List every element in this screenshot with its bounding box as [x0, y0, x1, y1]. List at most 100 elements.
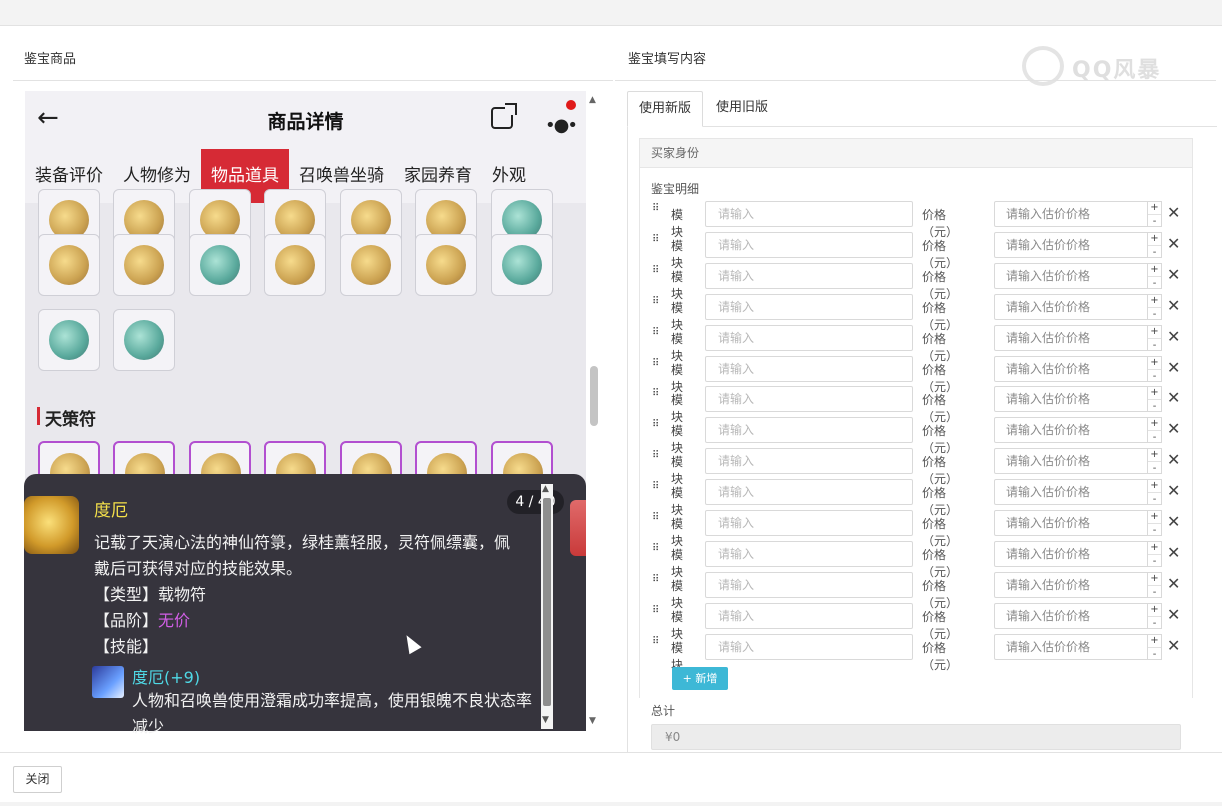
price-input[interactable]	[994, 417, 1148, 444]
price-stepper[interactable]: + -	[1148, 231, 1162, 258]
price-input[interactable]	[994, 479, 1148, 506]
price-input[interactable]	[994, 571, 1148, 598]
increment-icon[interactable]: +	[1148, 479, 1161, 492]
scroll-down-arrow-icon[interactable]: ▼	[589, 716, 596, 726]
price-input[interactable]	[994, 201, 1148, 227]
price-input[interactable]	[994, 262, 1148, 289]
increment-icon[interactable]: +	[1148, 356, 1161, 369]
price-stepper[interactable]: + -	[1148, 448, 1162, 475]
decrement-icon[interactable]: -	[1148, 430, 1161, 443]
item-slot[interactable]	[415, 234, 477, 296]
drag-handle-icon[interactable]: ⠿	[652, 513, 662, 531]
price-stepper[interactable]: + -	[1148, 571, 1162, 598]
module-input[interactable]	[705, 510, 913, 536]
decrement-icon[interactable]: -	[1148, 399, 1161, 412]
item-slot[interactable]	[189, 234, 251, 296]
tooltip-scroll-up-icon[interactable]: ▲	[542, 484, 549, 494]
add-row-button[interactable]: + 新增	[672, 667, 728, 690]
price-stepper[interactable]: + -	[1148, 324, 1162, 351]
remove-row-icon[interactable]: ✕	[1167, 543, 1180, 563]
drag-handle-icon[interactable]: ⠿	[652, 358, 662, 377]
module-input[interactable]	[705, 633, 913, 660]
decrement-icon[interactable]: -	[1148, 275, 1161, 289]
module-input[interactable]	[705, 571, 913, 598]
price-stepper[interactable]: + -	[1148, 417, 1162, 444]
module-input[interactable]	[705, 262, 913, 289]
module-input[interactable]	[705, 417, 913, 444]
price-input[interactable]	[994, 386, 1148, 413]
price-stepper[interactable]: + -	[1148, 633, 1162, 660]
decrement-icon[interactable]: -	[1148, 214, 1161, 227]
tab-new-version[interactable]: 使用新版	[627, 91, 704, 127]
price-input[interactable]	[994, 510, 1148, 536]
price-stepper[interactable]: + -	[1148, 262, 1162, 289]
price-stepper[interactable]: + -	[1148, 540, 1162, 567]
close-button[interactable]: 关闭	[13, 766, 62, 793]
decrement-icon[interactable]: -	[1148, 337, 1161, 351]
remove-row-icon[interactable]: ✕	[1167, 419, 1180, 439]
decrement-icon[interactable]: -	[1148, 368, 1161, 382]
price-stepper[interactable]: + -	[1148, 201, 1162, 227]
scroll-up-arrow-icon[interactable]: ▲	[589, 95, 596, 105]
left-scrollbar-thumb[interactable]	[590, 366, 598, 426]
remove-row-icon[interactable]: ✕	[1167, 512, 1180, 532]
item-slot[interactable]	[38, 234, 100, 296]
tooltip-scrollbar[interactable]: ▲ ▼	[541, 484, 553, 729]
drag-handle-icon[interactable]: ⠿	[652, 543, 662, 562]
price-stepper[interactable]: + -	[1148, 510, 1162, 536]
drag-handle-icon[interactable]: ⠿	[652, 204, 662, 222]
increment-icon[interactable]: +	[1148, 417, 1161, 430]
drag-handle-icon[interactable]: ⠿	[652, 265, 662, 284]
module-input[interactable]	[705, 355, 913, 382]
increment-icon[interactable]: +	[1148, 541, 1161, 554]
price-input[interactable]	[994, 293, 1148, 320]
module-input[interactable]	[705, 386, 913, 413]
price-input[interactable]	[994, 540, 1148, 567]
price-input[interactable]	[994, 355, 1148, 382]
remove-row-icon[interactable]: ✕	[1167, 481, 1180, 501]
decrement-icon[interactable]: -	[1148, 461, 1161, 474]
remove-row-icon[interactable]: ✕	[1167, 636, 1180, 656]
price-stepper[interactable]: + -	[1148, 355, 1162, 382]
item-slot[interactable]	[113, 234, 175, 296]
item-slot[interactable]	[340, 234, 402, 296]
increment-icon[interactable]: +	[1148, 386, 1161, 399]
item-slot[interactable]	[264, 234, 326, 296]
price-input[interactable]	[994, 231, 1148, 258]
module-input[interactable]	[705, 479, 913, 506]
increment-icon[interactable]: +	[1148, 448, 1161, 461]
item-slot[interactable]	[491, 234, 553, 296]
increment-icon[interactable]: +	[1148, 510, 1161, 523]
module-input[interactable]	[705, 293, 913, 320]
price-input[interactable]	[994, 324, 1148, 351]
module-input[interactable]	[705, 201, 913, 227]
drag-handle-icon[interactable]: ⠿	[652, 234, 662, 253]
increment-icon[interactable]: +	[1148, 572, 1161, 585]
decrement-icon[interactable]: -	[1148, 492, 1161, 505]
price-stepper[interactable]: + -	[1148, 293, 1162, 320]
tooltip-scrollbar-thumb[interactable]	[543, 498, 551, 706]
drag-handle-icon[interactable]: ⠿	[652, 327, 662, 346]
price-stepper[interactable]: + -	[1148, 602, 1162, 629]
increment-icon[interactable]: +	[1148, 201, 1161, 214]
price-stepper[interactable]: + -	[1148, 479, 1162, 506]
remove-row-icon[interactable]: ✕	[1167, 296, 1180, 316]
increment-icon[interactable]: +	[1148, 294, 1161, 307]
module-input[interactable]	[705, 602, 913, 629]
price-input[interactable]	[994, 602, 1148, 629]
increment-icon[interactable]: +	[1148, 263, 1161, 276]
remove-row-icon[interactable]: ✕	[1167, 605, 1180, 625]
module-input[interactable]	[705, 324, 913, 351]
decrement-icon[interactable]: -	[1148, 306, 1161, 320]
price-stepper[interactable]: + -	[1148, 386, 1162, 413]
remove-row-icon[interactable]: ✕	[1167, 327, 1180, 347]
drag-handle-icon[interactable]: ⠿	[652, 296, 662, 315]
remove-row-icon[interactable]: ✕	[1167, 358, 1180, 378]
increment-icon[interactable]: +	[1148, 634, 1161, 647]
item-slot[interactable]	[38, 309, 100, 371]
drag-handle-icon[interactable]: ⠿	[652, 420, 662, 438]
remove-row-icon[interactable]: ✕	[1167, 234, 1180, 254]
remove-row-icon[interactable]: ✕	[1167, 450, 1180, 470]
drag-handle-icon[interactable]: ⠿	[652, 389, 662, 407]
share-icon[interactable]	[491, 103, 517, 129]
